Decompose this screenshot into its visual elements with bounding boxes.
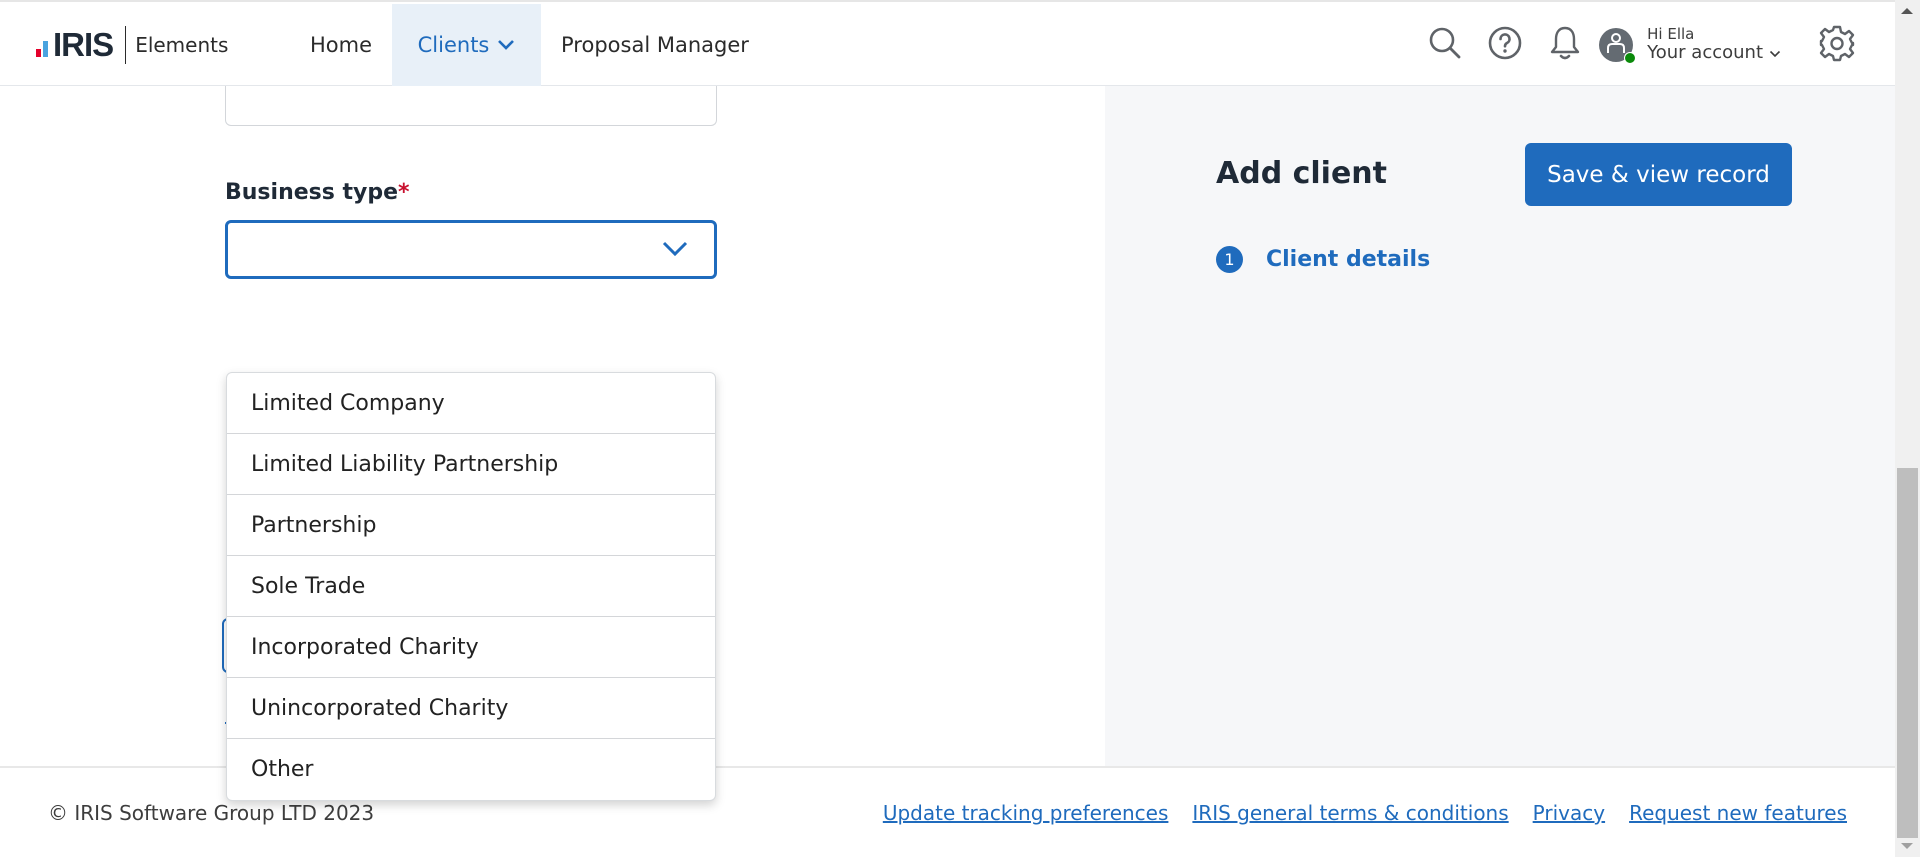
nav-clients[interactable]: Clients bbox=[392, 4, 542, 86]
user-icon bbox=[1606, 32, 1626, 58]
logo-product: Elements bbox=[135, 33, 229, 57]
search-icon bbox=[1428, 26, 1462, 64]
logo-brand: IRIS bbox=[53, 26, 114, 63]
logo-bars-icon bbox=[36, 33, 50, 57]
link-privacy[interactable]: Privacy bbox=[1533, 801, 1605, 825]
business-type-select[interactable] bbox=[225, 220, 717, 279]
online-status-dot bbox=[1624, 52, 1637, 64]
iris-elements-logo[interactable]: IRIS Elements bbox=[36, 26, 228, 64]
nav-home-label: Home bbox=[310, 33, 373, 57]
account-label: Your account bbox=[1647, 42, 1763, 64]
option-sole-trade[interactable]: Sole Trade bbox=[227, 556, 715, 617]
footer-links: Update tracking preferences IRIS general… bbox=[859, 801, 1847, 825]
option-unincorporated-charity[interactable]: Unincorporated Charity bbox=[227, 678, 715, 739]
panel-title: Add client bbox=[1216, 156, 1388, 191]
account-greeting: Hi Ella bbox=[1647, 25, 1695, 44]
link-request-new-features[interactable]: Request new features bbox=[1629, 801, 1847, 825]
chevron-down-icon bbox=[497, 39, 515, 51]
business-type-label-text: Business type bbox=[225, 180, 399, 205]
header-actions: Hi Ella Your account bbox=[1415, 2, 1895, 88]
settings-button[interactable] bbox=[1807, 15, 1867, 75]
account-menu[interactable]: Hi Ella Your account bbox=[1599, 25, 1781, 64]
option-limited-company[interactable]: Limited Company bbox=[227, 373, 715, 434]
step-label: Client details bbox=[1266, 247, 1431, 272]
avatar bbox=[1599, 28, 1637, 64]
option-limited-liability-partnership[interactable]: Limited Liability Partnership bbox=[227, 434, 715, 495]
option-other[interactable]: Other bbox=[227, 739, 715, 800]
help-icon bbox=[1488, 26, 1522, 64]
top-header: IRIS Elements Home Clients Proposal Mana… bbox=[0, 0, 1895, 86]
logo-divider bbox=[125, 26, 127, 64]
business-type-label: Business type* bbox=[225, 180, 410, 205]
main-nav: Home Clients Proposal Manager bbox=[290, 4, 769, 86]
link-update-tracking-preferences[interactable]: Update tracking preferences bbox=[883, 801, 1169, 825]
nav-home[interactable]: Home bbox=[290, 4, 392, 86]
link-terms-conditions[interactable]: IRIS general terms & conditions bbox=[1192, 801, 1508, 825]
option-partnership[interactable]: Partnership bbox=[227, 495, 715, 556]
step-number-badge: 1 bbox=[1216, 246, 1243, 273]
account-label-row: Your account bbox=[1647, 43, 1781, 64]
notifications-button[interactable] bbox=[1535, 15, 1595, 75]
search-button[interactable] bbox=[1415, 15, 1475, 75]
business-type-options: Limited Company Limited Liability Partne… bbox=[226, 372, 716, 801]
scrollbar-thumb[interactable] bbox=[1897, 468, 1918, 838]
help-button[interactable] bbox=[1475, 15, 1535, 75]
nav-proposal-manager[interactable]: Proposal Manager bbox=[541, 4, 769, 86]
chevron-down-icon bbox=[662, 241, 688, 261]
bell-icon bbox=[1548, 25, 1582, 65]
required-marker: * bbox=[398, 180, 410, 205]
client-form: Business type* Cancel Limited Company Li… bbox=[0, 78, 1105, 801]
scroll-up-arrow-icon[interactable] bbox=[1901, 8, 1913, 14]
page-scrollbar[interactable] bbox=[1895, 0, 1920, 857]
nav-proposal-manager-label: Proposal Manager bbox=[561, 33, 749, 57]
scroll-down-arrow-icon[interactable] bbox=[1901, 843, 1913, 849]
option-incorporated-charity[interactable]: Incorporated Charity bbox=[227, 617, 715, 678]
gear-icon bbox=[1818, 24, 1856, 66]
copyright: © IRIS Software Group LTD 2023 bbox=[48, 801, 375, 825]
chevron-down-icon bbox=[1769, 50, 1781, 58]
save-view-record-button[interactable]: Save & view record bbox=[1525, 143, 1792, 206]
add-client-panel: Add client Save & view record 1 Client d… bbox=[1105, 86, 1895, 766]
nav-clients-label: Clients bbox=[417, 33, 490, 57]
step-client-details[interactable]: 1 Client details bbox=[1216, 246, 1430, 273]
